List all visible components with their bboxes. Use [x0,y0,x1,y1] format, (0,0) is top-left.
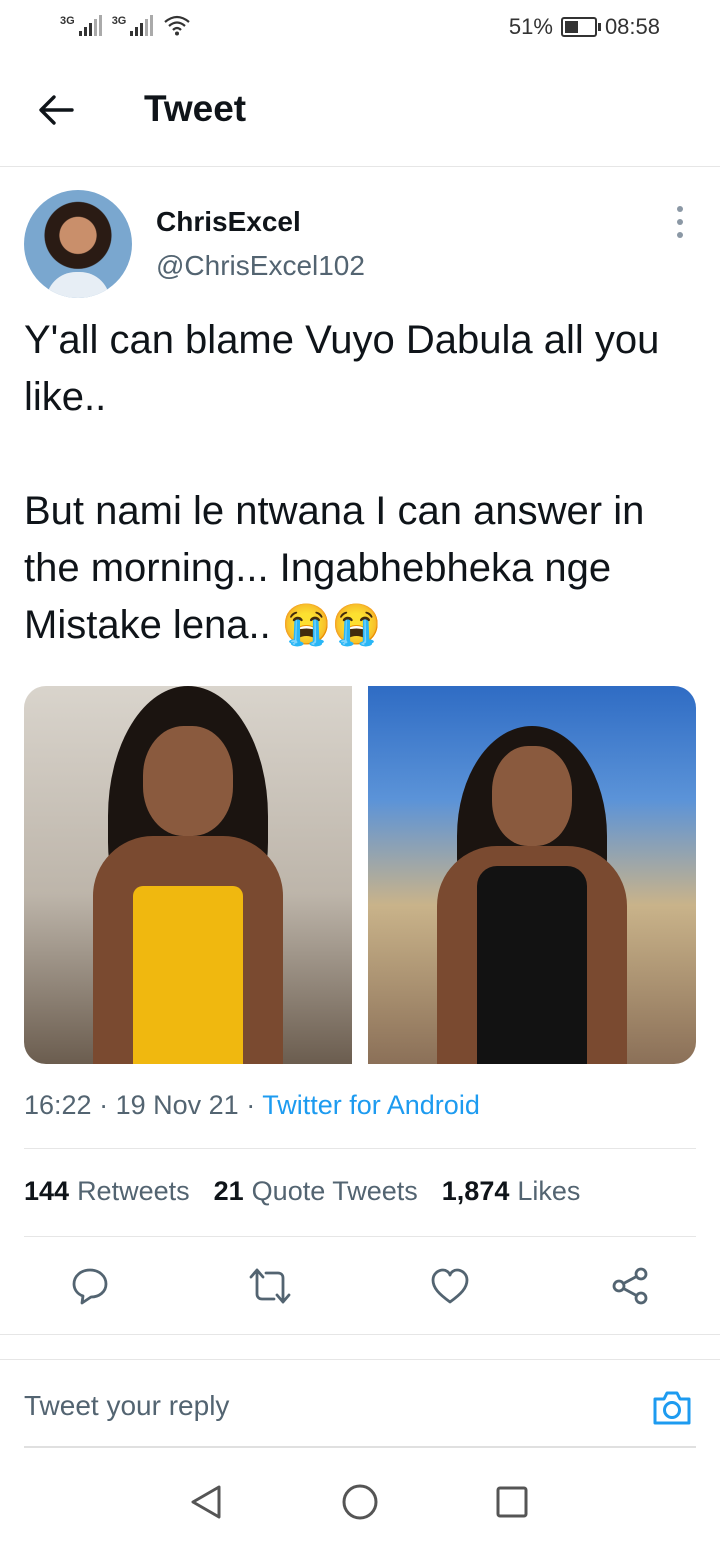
section-separator [0,1334,720,1360]
tweet-meta: 16:22 · 19 Nov 21 · Twitter for Android [24,1090,480,1120]
status-right: 51% 08:58 [509,14,660,40]
tweet-photo-1[interactable] [24,686,352,1064]
camera-icon[interactable] [648,1386,696,1430]
page-title: Tweet [144,88,247,129]
reply-input[interactable] [24,1384,624,1428]
clock: 08:58 [604,14,660,39]
reply-underline [24,1446,696,1448]
avatar[interactable] [24,190,132,298]
share-icon[interactable] [602,1258,658,1314]
status-bar: 3G 3G 51% 08:58 [0,0,720,56]
tweet-text: Y'all can blame Vuyo Dabula all you like… [24,318,660,647]
system-nav-bar [0,1460,720,1541]
tweet-stats: 144 Retweets 21 Quote Tweets 1,874 Likes [24,1176,580,1207]
tweet-time: 16:22 [24,1090,92,1120]
retweet-icon[interactable] [242,1258,298,1314]
nav-back-icon[interactable] [182,1478,230,1526]
quote-tweets-stat[interactable]: 21 Quote Tweets [214,1176,418,1207]
app-bar: Tweet [0,56,720,167]
signal-2-icon: 3G [112,15,154,36]
reply-icon[interactable] [62,1258,118,1314]
more-vertical-icon[interactable] [668,206,692,238]
divider [24,1236,696,1237]
like-icon[interactable] [422,1258,478,1314]
tweet-photo-2[interactable] [368,686,696,1064]
likes-stat[interactable]: 1,874 Likes [442,1176,581,1207]
battery-percent: 51% [508,14,553,39]
signal-indicators: 3G 3G [60,14,191,36]
tweet-source-link[interactable]: Twitter for Android [262,1090,480,1120]
tweet-date: 19 Nov 21 [115,1090,239,1120]
nav-recents-icon[interactable] [488,1478,536,1526]
user-handle[interactable]: @ChrisExcel102 [156,250,365,282]
display-name[interactable]: ChrisExcel [156,206,301,238]
retweets-stat[interactable]: 144 Retweets [24,1176,190,1207]
tweet-actions [24,1258,696,1314]
nav-home-icon[interactable] [336,1478,384,1526]
wifi-icon [164,15,191,36]
signal-1-icon: 3G [60,15,102,36]
divider [24,1148,696,1149]
media-grid [24,686,696,1064]
battery-icon [560,17,601,37]
back-arrow-icon[interactable] [30,84,82,136]
